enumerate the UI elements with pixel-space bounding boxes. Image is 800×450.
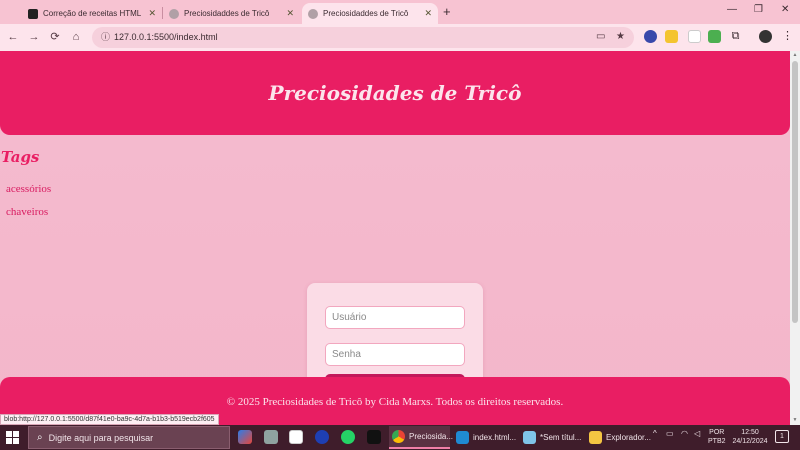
username-input[interactable] bbox=[325, 306, 465, 329]
maximize-button[interactable]: ❐ bbox=[754, 4, 763, 15]
close-tab-icon[interactable]: ✕ bbox=[148, 8, 156, 19]
extension-icon[interactable] bbox=[665, 30, 678, 43]
taskbar-app-label: index.html... bbox=[473, 433, 517, 442]
minimize-button[interactable]: — bbox=[727, 4, 737, 15]
page-scrollbar[interactable]: ▲ ▼ bbox=[790, 51, 800, 425]
taskbar-app-notepad[interactable]: *Sem títul... bbox=[520, 426, 584, 449]
menu-kebab-icon[interactable]: ⋮ bbox=[781, 30, 794, 43]
wifi-icon[interactable]: ◠ bbox=[681, 429, 688, 438]
clock-time: 12:50 bbox=[741, 429, 759, 436]
windows-taskbar: ⌕ Digite aqui para pesquisar Preciosida.… bbox=[0, 425, 800, 450]
app-icon[interactable] bbox=[315, 430, 329, 444]
address-bar[interactable]: ⓘ 127.0.0.1:5500/index.html ▭ ★ bbox=[92, 27, 634, 48]
browser-tab-1[interactable]: Correção de receitas HTML ✕ bbox=[22, 3, 162, 24]
tags-heading: Tags bbox=[1, 148, 40, 166]
site-info-icon[interactable]: ⓘ bbox=[98, 30, 113, 45]
taskbar-app-chrome[interactable]: Preciosida... bbox=[389, 426, 454, 449]
taskbar-app-explorer[interactable]: Explorador... bbox=[586, 426, 651, 449]
avatar[interactable] bbox=[759, 30, 772, 43]
notification-icon[interactable]: 1 bbox=[775, 430, 789, 443]
bookmark-star-icon[interactable]: ★ bbox=[616, 31, 625, 42]
puzzle-icon[interactable]: ⧉ bbox=[729, 30, 742, 43]
password-input[interactable] bbox=[325, 343, 465, 366]
extension-icon[interactable] bbox=[644, 30, 657, 43]
tab-title: Preciosidaddes de Tricô bbox=[184, 9, 270, 18]
taskbar-clock[interactable]: 12:50 24/12/2024 bbox=[731, 428, 769, 446]
vscode-icon bbox=[456, 431, 469, 444]
extension-icon[interactable] bbox=[708, 30, 721, 43]
scroll-down-icon[interactable]: ▼ bbox=[792, 417, 798, 423]
back-button[interactable]: ← bbox=[5, 29, 21, 45]
input-language[interactable]: POR PTB2 bbox=[708, 428, 726, 446]
battery-icon[interactable]: ▭ bbox=[666, 429, 674, 438]
reload-button[interactable]: ⟳ bbox=[47, 29, 63, 45]
extension-icon[interactable] bbox=[688, 30, 701, 43]
store-icon[interactable] bbox=[289, 430, 303, 444]
chevron-up-icon[interactable]: ^ bbox=[653, 429, 657, 438]
chrome-icon bbox=[392, 430, 405, 443]
close-tab-icon[interactable]: ✕ bbox=[286, 8, 294, 19]
search-placeholder: Digite aqui para pesquisar bbox=[48, 432, 154, 443]
close-tab-icon[interactable]: ✕ bbox=[424, 8, 432, 19]
browser-toolbar: ← → ⟳ ⌂ ⓘ 127.0.0.1:5500/index.html ▭ ★ … bbox=[0, 24, 800, 51]
windows-start-icon[interactable] bbox=[6, 431, 19, 444]
close-window-button[interactable]: ✕ bbox=[781, 4, 789, 15]
taskbar-app-vscode[interactable]: index.html... bbox=[453, 426, 516, 449]
site-header: Preciosidades de Tricô bbox=[0, 51, 790, 135]
browser-tab-strip: Correção de receitas HTML ✕ Preciosidadd… bbox=[0, 0, 800, 24]
lang-code: POR bbox=[709, 429, 725, 436]
notepad-icon bbox=[523, 431, 536, 444]
globe-icon bbox=[308, 8, 318, 19]
forward-button[interactable]: → bbox=[26, 29, 42, 45]
install-app-icon[interactable]: ▭ bbox=[596, 31, 605, 42]
notion-icon bbox=[28, 8, 38, 19]
scrollbar-thumb[interactable] bbox=[792, 61, 798, 323]
tag-link-chaveiros[interactable]: chaveiros bbox=[6, 206, 48, 218]
search-icon: ⌕ bbox=[37, 432, 43, 443]
home-button[interactable]: ⌂ bbox=[68, 29, 84, 45]
whatsapp-icon[interactable] bbox=[341, 430, 355, 444]
clock-date: 24/12/2024 bbox=[732, 438, 768, 445]
chatgpt-icon[interactable] bbox=[264, 430, 278, 444]
page-viewport: Preciosidades de Tricô Tags acessórios c… bbox=[0, 51, 790, 425]
taskbar-app-label: Preciosida... bbox=[409, 432, 454, 441]
folder-icon bbox=[589, 431, 602, 444]
new-tab-button[interactable]: + bbox=[443, 4, 451, 19]
status-bar-url: blob:http://127.0.0.1:5500/d87f41e0-ba9c… bbox=[0, 414, 219, 425]
browser-tab-2[interactable]: Preciosidaddes de Tricô ✕ bbox=[163, 3, 300, 24]
browser-tab-3[interactable]: Preciosidaddes de Tricô ✕ bbox=[302, 3, 438, 24]
footer-text: © 2025 Preciosidades de Tricô by Cida Ma… bbox=[226, 395, 564, 408]
globe-icon bbox=[169, 8, 179, 19]
volume-icon[interactable]: ◁ bbox=[694, 429, 700, 438]
taskbar-app-label: *Sem títul... bbox=[540, 433, 582, 442]
tab-title: Correção de receitas HTML bbox=[43, 9, 142, 18]
tag-link-acessorios[interactable]: acessórios bbox=[6, 183, 51, 195]
site-title: Preciosidades de Tricô bbox=[268, 81, 522, 105]
url-text[interactable]: 127.0.0.1:5500/index.html bbox=[114, 32, 218, 42]
keyboard-layout: PTB2 bbox=[708, 438, 726, 445]
app-icon[interactable] bbox=[367, 430, 381, 444]
tab-title: Preciosidaddes de Tricô bbox=[323, 9, 409, 18]
taskbar-app-label: Explorador... bbox=[606, 433, 651, 442]
copilot-icon[interactable] bbox=[238, 430, 252, 444]
taskbar-search-box[interactable]: ⌕ Digite aqui para pesquisar bbox=[28, 426, 230, 449]
scroll-up-icon[interactable]: ▲ bbox=[792, 52, 798, 58]
